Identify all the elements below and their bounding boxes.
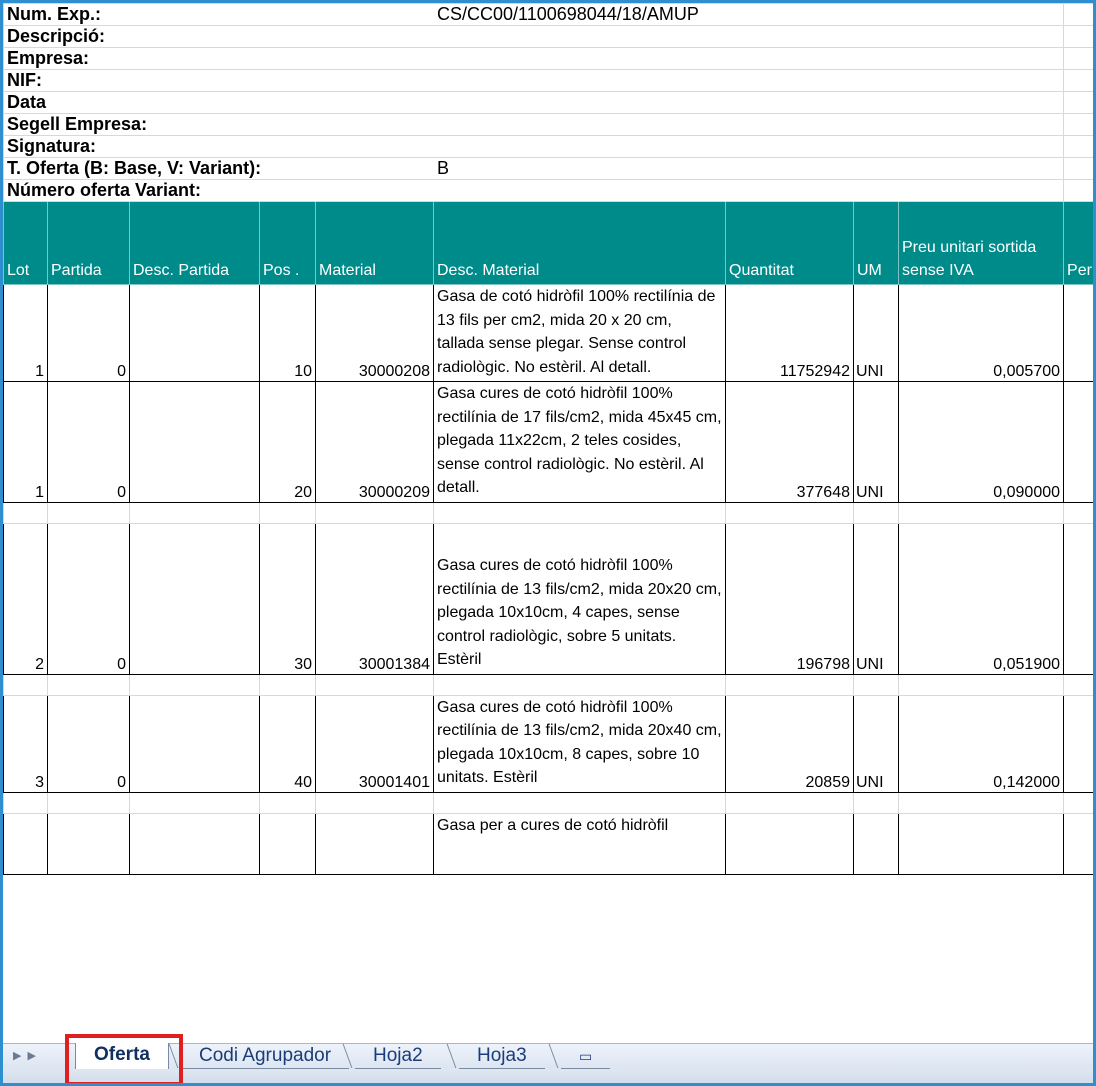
header-row: T. Oferta (B: Base, V: Variant): B	[3, 157, 1093, 180]
cell-preu[interactable]: 0,142000	[897, 694, 1065, 793]
tab-hoja2[interactable]: Hoja2	[355, 1044, 441, 1069]
cell-um[interactable]: UNI	[853, 381, 899, 503]
col-header-quantitat[interactable]: Quantitat	[725, 201, 854, 285]
descripcio-value[interactable]	[432, 25, 1065, 48]
segell-label: Segell Empresa:	[3, 113, 434, 136]
header-row: Num. Exp.: CS/CC00/1100698044/18/AMUP	[3, 3, 1093, 26]
cell-desc-partida[interactable]	[129, 284, 260, 382]
cell-desc-material[interactable]: Gasa de cotó hidròfil 100% rectilínia de…	[433, 284, 726, 382]
table-row: Gasa per a cures de cotó hidròfil	[3, 812, 1093, 875]
table-row: 2 0 30 30001384 Gasa cures de cotó hidrò…	[3, 522, 1093, 675]
cell-per[interactable]	[1063, 284, 1093, 382]
worksheet-grid: Num. Exp.: CS/CC00/1100698044/18/AMUP De…	[3, 3, 1093, 875]
empresa-label: Empresa:	[3, 47, 434, 70]
cell-pos[interactable]: 20	[259, 381, 316, 503]
col-header-material[interactable]: Material	[315, 201, 434, 285]
cell-quantitat[interactable]: 196798	[725, 522, 854, 675]
cell-um[interactable]: UNI	[853, 694, 899, 793]
cell-preu[interactable]: 0,051900	[897, 522, 1065, 675]
tab-scroll-arrows-icon[interactable]: ▶▶	[13, 1049, 42, 1062]
num-exp-value[interactable]: CS/CC00/1100698044/18/AMUP	[432, 3, 1065, 26]
cell-partida[interactable]: 0	[47, 522, 130, 675]
numero-oferta-value[interactable]	[432, 179, 1065, 202]
nif-value[interactable]	[432, 69, 1065, 92]
empty-row	[3, 501, 1093, 524]
cell-per[interactable]	[1063, 381, 1093, 503]
cell-material[interactable]: 30000209	[315, 381, 434, 503]
column-header-row: Lot Partida Desc. Partida Pos . Material…	[3, 201, 1093, 285]
cell-desc-partida[interactable]	[129, 381, 260, 503]
cell-per[interactable]	[1063, 694, 1093, 793]
cell-per[interactable]	[1063, 522, 1093, 675]
cell-quantitat[interactable]: 20859	[725, 694, 854, 793]
cell-pos[interactable]: 40	[259, 694, 316, 793]
cell-pos[interactable]: 30	[259, 522, 316, 675]
col-header-desc-material[interactable]: Desc. Material	[433, 201, 726, 285]
spreadsheet-window: Num. Exp.: CS/CC00/1100698044/18/AMUP De…	[0, 0, 1096, 1086]
descripcio-label: Descripció:	[3, 25, 434, 48]
data-value[interactable]	[432, 91, 1065, 114]
col-header-partida[interactable]: Partida	[47, 201, 130, 285]
empty-row	[3, 791, 1093, 814]
cell-partida[interactable]: 0	[47, 694, 130, 793]
cell-lot[interactable]: 2	[3, 522, 48, 675]
cell-quantitat[interactable]: 11752942	[725, 284, 854, 382]
nif-label: NIF:	[3, 69, 434, 92]
header-row: Número oferta Variant:	[3, 179, 1093, 202]
cell-lot[interactable]: 1	[3, 284, 48, 382]
empresa-value[interactable]	[432, 47, 1065, 70]
numero-oferta-label: Número oferta Variant:	[3, 179, 434, 202]
signatura-label: Signatura:	[3, 135, 434, 158]
num-exp-label: Num. Exp.:	[3, 3, 434, 26]
col-header-desc-partida[interactable]: Desc. Partida	[129, 201, 260, 285]
cell-desc-material[interactable]: Gasa cures de cotó hidròfil 100% rectilí…	[433, 522, 726, 675]
header-row: Empresa:	[3, 47, 1093, 70]
header-row: Data	[3, 91, 1093, 114]
signatura-value[interactable]	[432, 135, 1065, 158]
t-oferta-value[interactable]: B	[432, 157, 1065, 180]
col-header-pos[interactable]: Pos .	[259, 201, 316, 285]
header-row: Descripció:	[3, 25, 1093, 48]
table-row: 3 0 40 30001401 Gasa cures de cotó hidrò…	[3, 694, 1093, 793]
header-row: NIF:	[3, 69, 1093, 92]
cell-desc-material[interactable]: Gasa per a cures de cotó hidròfil	[433, 812, 726, 875]
cell-preu[interactable]: 0,005700	[897, 284, 1065, 382]
cell-pos[interactable]: 10	[259, 284, 316, 382]
col-header-preu[interactable]: Preu unitari sortida sense IVA	[897, 201, 1065, 285]
cell-partida[interactable]: 0	[47, 284, 130, 382]
cell-um[interactable]: UNI	[853, 284, 899, 382]
cell-um[interactable]: UNI	[853, 522, 899, 675]
cell-material[interactable]: 30001401	[315, 694, 434, 793]
cell-lot[interactable]: 1	[3, 381, 48, 503]
cell-desc-partida[interactable]	[129, 694, 260, 793]
cell-material[interactable]: 30001384	[315, 522, 434, 675]
cell-partida[interactable]: 0	[47, 381, 130, 503]
header-row: Segell Empresa:	[3, 113, 1093, 136]
t-oferta-label: T. Oferta (B: Base, V: Variant):	[3, 157, 434, 180]
tab-hoja3[interactable]: Hoja3	[459, 1044, 545, 1069]
cell-desc-partida[interactable]	[129, 522, 260, 675]
insert-sheet-icon[interactable]: ▭	[561, 1044, 611, 1069]
cell-lot[interactable]: 3	[3, 694, 48, 793]
tab-codi-agrupador[interactable]: Codi Agrupador	[181, 1044, 350, 1069]
col-header-lot[interactable]: Lot	[3, 201, 48, 285]
data-label: Data	[3, 91, 434, 114]
table-row: 1 0 20 30000209 Gasa cures de cotó hidrò…	[3, 381, 1093, 503]
cell-material[interactable]: 30000208	[315, 284, 434, 382]
cell-desc-material[interactable]: Gasa cures de cotó hidròfil 100% rectilí…	[433, 381, 726, 503]
empty-row	[3, 673, 1093, 696]
segell-value[interactable]	[432, 113, 1065, 136]
highlight-box	[65, 1034, 183, 1083]
cell-preu[interactable]: 0,090000	[897, 381, 1065, 503]
header-row: Signatura:	[3, 135, 1093, 158]
col-header-per[interactable]: Per	[1063, 201, 1093, 285]
table-row: 1 0 10 30000208 Gasa de cotó hidròfil 10…	[3, 284, 1093, 382]
cell-quantitat[interactable]: 377648	[725, 381, 854, 503]
cell-desc-material[interactable]: Gasa cures de cotó hidròfil 100% rectilí…	[433, 694, 726, 793]
col-header-um[interactable]: UM	[853, 201, 899, 285]
